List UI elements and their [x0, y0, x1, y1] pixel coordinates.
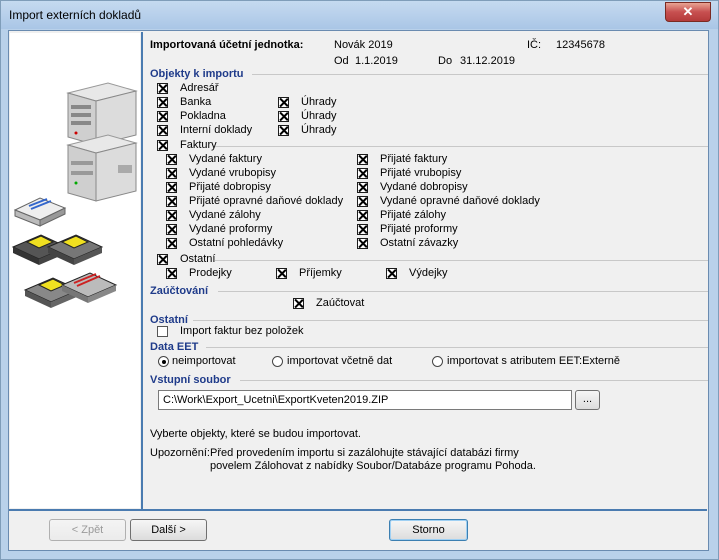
checkbox-uhrady-banka[interactable]	[278, 97, 289, 108]
checkbox-fakt-l5[interactable]	[166, 224, 177, 235]
checkbox-fakt-l6[interactable]	[166, 238, 177, 249]
label-bez-polozek: Import faktur bez položek	[180, 325, 304, 337]
label-fakt-l2: Přijaté dobropisy	[189, 181, 271, 193]
checkbox-banka[interactable]	[157, 97, 168, 108]
to-label: Do	[438, 55, 453, 67]
label-pokladna: Pokladna	[180, 110, 226, 122]
label-prijemky: Příjemky	[299, 267, 342, 279]
to-value: 31.12.2019	[460, 55, 516, 67]
label-fakt-l3: Přijaté opravné daňové doklady	[189, 195, 344, 207]
label-fakt-l1: Vydané vrubopisy	[189, 167, 277, 179]
divider	[193, 320, 708, 321]
bottom-divider	[9, 509, 707, 511]
label-fakt-r5: Přijaté proformy	[380, 223, 458, 235]
checkbox-adresar[interactable]	[157, 83, 168, 94]
checkbox-fakt-l2[interactable]	[166, 182, 177, 193]
checkbox-prijemky[interactable]	[276, 268, 287, 279]
label-eet-2: importovat s atributem EET:Externě	[447, 355, 621, 367]
label-fakt-r1: Přijaté vrubopisy	[380, 167, 462, 179]
label-fakt-l5: Vydané proformy	[189, 223, 273, 235]
label-faktury: Faktury	[180, 139, 217, 151]
label-uhrady-banka: Úhrady	[301, 96, 337, 108]
hint-text: Vyberte objekty, které se budou importov…	[150, 428, 361, 440]
divider	[240, 380, 708, 381]
label-zauctovat: Zaúčtovat	[316, 297, 365, 309]
section-file-title: Vstupní soubor	[150, 374, 231, 386]
divider	[206, 347, 708, 348]
label-eet-1: importovat včetně dat	[287, 355, 393, 367]
label-fakt-r0: Přijaté faktury	[380, 153, 448, 165]
checkbox-fakt-l3[interactable]	[166, 196, 177, 207]
checkbox-fakt-r5[interactable]	[357, 224, 368, 235]
label-eet-0: neimportovat	[172, 355, 236, 367]
divider	[218, 291, 708, 292]
label-adresar: Adresář	[180, 82, 219, 94]
checkbox-vydejky[interactable]	[386, 268, 397, 279]
back-button[interactable]: < Zpět	[49, 519, 126, 541]
label-fakt-l6: Ostatní pohledávky	[189, 237, 284, 249]
label-interni: Interní doklady	[180, 124, 253, 136]
label-uhrady-pokladna: Úhrady	[301, 110, 337, 122]
label-fakt-l4: Vydané zálohy	[189, 209, 261, 221]
checkbox-zauctovat[interactable]	[293, 298, 304, 309]
section-zauctovani-title: Zaúčtování	[150, 285, 209, 297]
file-path-input[interactable]: C:\Work\Export_Ucetni\ExportKveten2019.Z…	[158, 390, 572, 410]
radio-eet-2[interactable]	[432, 356, 443, 367]
window-title: Import externích dokladů	[9, 8, 142, 22]
unit-name: Novák 2019	[334, 39, 393, 51]
browse-button[interactable]: ...	[575, 390, 600, 410]
label-ostatni: Ostatní	[180, 253, 216, 265]
label-fakt-r3: Vydané opravné daňové doklady	[380, 195, 540, 207]
checkbox-fakt-r0[interactable]	[357, 154, 368, 165]
section-objects-title: Objekty k importu	[150, 68, 244, 80]
label-prodejky: Prodejky	[189, 267, 232, 279]
checkbox-uhrady-pokladna[interactable]	[278, 111, 289, 122]
divider	[215, 146, 708, 147]
checkbox-fakt-r6[interactable]	[357, 238, 368, 249]
pane-divider	[141, 32, 143, 510]
from-value: 1.1.2019	[355, 55, 398, 67]
checkbox-faktury[interactable]	[157, 140, 168, 151]
label-banka: Banka	[180, 96, 212, 108]
label-fakt-l0: Vydané faktury	[189, 153, 262, 165]
label-fakt-r4: Přijaté zálohy	[380, 209, 447, 221]
checkbox-prodejky[interactable]	[166, 268, 177, 279]
next-button[interactable]: Další >	[130, 519, 207, 541]
label-fakt-r6: Ostatní závazky	[380, 237, 459, 249]
divider	[252, 74, 708, 75]
checkbox-fakt-l4[interactable]	[166, 210, 177, 221]
checkbox-ostatni[interactable]	[157, 254, 168, 265]
illustration-pane	[10, 33, 140, 508]
warn-line-2: povelem Zálohovat z nabídky Soubor/Datab…	[210, 460, 536, 472]
checkbox-fakt-r2[interactable]	[357, 182, 368, 193]
checkbox-fakt-r3[interactable]	[357, 196, 368, 207]
checkbox-fakt-l1[interactable]	[166, 168, 177, 179]
radio-eet-0[interactable]	[158, 356, 169, 367]
checkbox-pokladna[interactable]	[157, 111, 168, 122]
warn-line-1: Před provedením importu si zazálohujte s…	[210, 447, 519, 459]
from-label: Od	[334, 55, 349, 67]
disk-red-icon	[13, 197, 67, 227]
label-uhrady-interni: Úhrady	[301, 124, 337, 136]
computer-illustration	[11, 82, 138, 308]
unit-label: Importovaná účetní jednotka:	[150, 39, 304, 51]
divider	[215, 260, 708, 261]
checkbox-fakt-l0[interactable]	[166, 154, 177, 165]
checkbox-uhrady-interni[interactable]	[278, 125, 289, 136]
ic-label: IČ:	[527, 39, 542, 51]
cancel-button[interactable]: Storno	[389, 519, 468, 541]
label-fakt-r2: Vydané dobropisy	[380, 181, 468, 193]
warn-label: Upozornění:	[150, 447, 210, 459]
title-bar: Import externích dokladů ✕	[1, 1, 718, 29]
close-icon: ✕	[682, 4, 694, 19]
close-button[interactable]: ✕	[665, 2, 711, 22]
label-vydejky: Výdejky	[409, 267, 448, 279]
radio-eet-1[interactable]	[272, 356, 283, 367]
checkbox-bez-polozek[interactable]	[157, 326, 168, 337]
section-eet-title: Data EET	[150, 341, 199, 353]
ic-value: 12345678	[556, 39, 605, 51]
checkbox-fakt-r1[interactable]	[357, 168, 368, 179]
checkbox-fakt-r4[interactable]	[357, 210, 368, 221]
checkbox-interni[interactable]	[157, 125, 168, 136]
